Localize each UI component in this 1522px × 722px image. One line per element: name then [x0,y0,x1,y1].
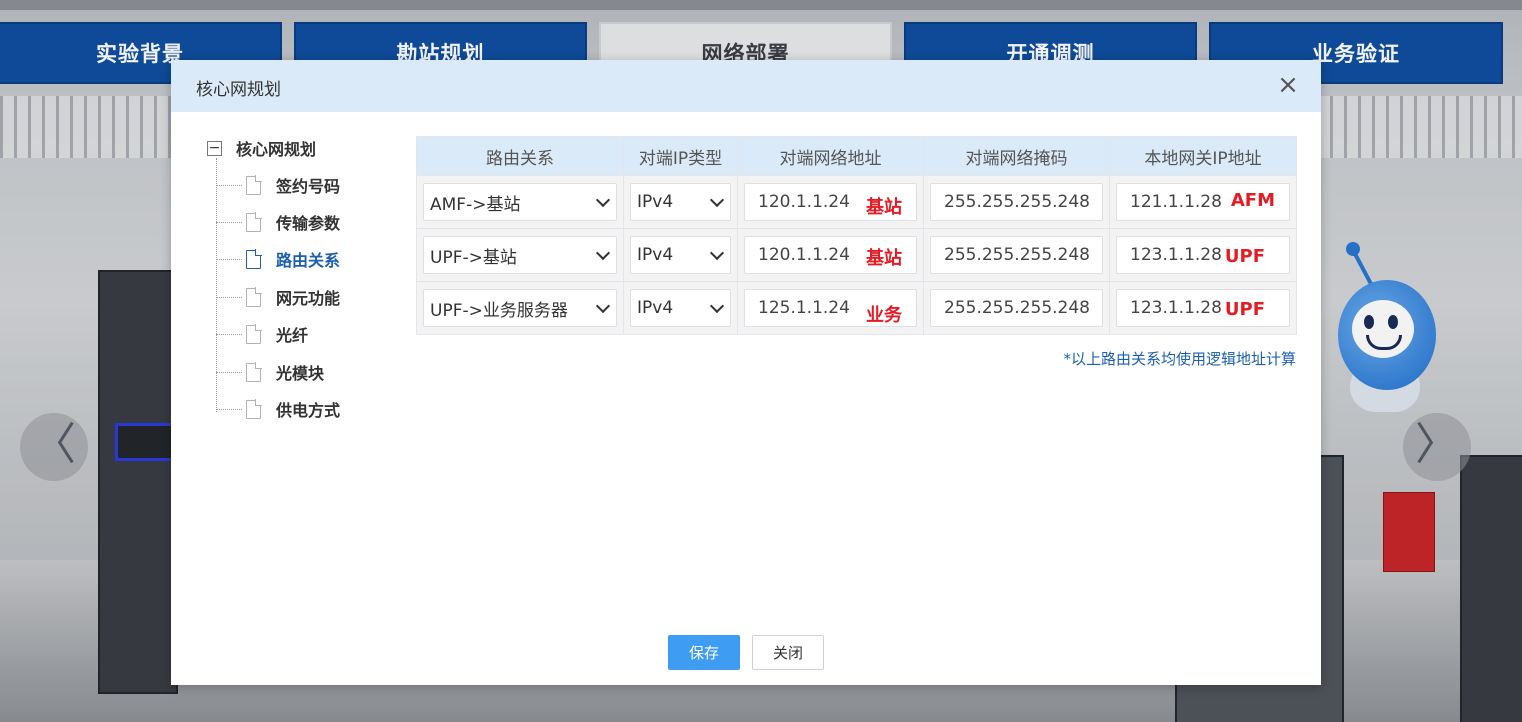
column-header: 路由关系 [416,136,624,176]
tree-item-label: 光模块 [276,364,325,383]
ip-type-select[interactable]: IPv4 [630,289,731,327]
column-header: 对端网络地址 [737,136,924,176]
save-button[interactable]: 保存 [668,635,740,670]
table-header-row: 路由关系 对端IP类型 对端网络地址 对端网络掩码 本地网关IP地址 [416,136,1297,176]
ip-type-value: IPv4 [637,298,674,318]
gateway-value: 123.1.1.28 [1130,245,1222,265]
ip-type-select[interactable]: IPv4 [630,183,731,221]
mask-value: 255.255.255.248 [944,192,1091,212]
tree-item-label: 供电方式 [276,401,341,420]
peer-address-input[interactable]: 125.1.1.24 业务 [744,289,917,327]
tree-connector [216,408,242,410]
route-value: AMF->基站 [430,194,521,215]
tree-root-label: 核心网规划 [236,140,317,159]
document-icon [246,174,262,195]
tree-item-label: 传输参数 [276,214,341,233]
route-value: UPF->业务服务器 [430,300,568,321]
gateway-ip-input[interactable]: 123.1.1.28 UPF [1116,289,1290,327]
chevron-down-icon [709,192,725,208]
column-header: 对端IP类型 [623,136,738,176]
tree-item-optical-module[interactable]: 光模块 [216,359,324,385]
tree-connector [216,221,242,223]
core-network-planning-dialog: 核心网规划 × − 核心网规划 签约号码 传输参数 路由关系 网元功能 光纤 光… [171,60,1321,685]
gateway-tag: UPF [1224,246,1265,267]
close-button[interactable]: 关闭 [752,635,824,670]
tree-item-label: 光纤 [276,326,309,345]
gateway-ip-input[interactable]: 121.1.1.28 AFM [1116,183,1290,221]
tree-item-routing[interactable]: 路由关系 [216,246,340,272]
document-icon [246,248,262,269]
chevron-down-icon [595,245,611,261]
route-value: UPF->基站 [430,247,517,268]
peer-address-input[interactable]: 120.1.1.24 基站 [744,183,917,221]
route-select[interactable]: AMF->基站 [423,183,617,221]
peer-mask-input[interactable]: 255.255.255.248 [930,289,1103,327]
tree-item-power-supply[interactable]: 供电方式 [216,396,340,422]
column-header: 本地网关IP地址 [1109,136,1297,176]
peer-address-value: 120.1.1.24 [758,192,850,212]
gateway-tag: AFM [1230,190,1275,211]
document-icon [246,398,262,419]
chevron-down-icon [709,298,725,314]
table-row: UPF->业务服务器 IPv4 125.1.1.24 业务 255.255.255… [416,281,1297,335]
peer-mask-input[interactable]: 255.255.255.248 [930,236,1103,274]
planning-tree: − 核心网规划 签约号码 传输参数 路由关系 网元功能 光纤 光模块 供电方式 [207,134,407,434]
route-select[interactable]: UPF->基站 [423,236,617,274]
column-header: 对端网络掩码 [923,136,1110,176]
tree-item-fiber[interactable]: 光纤 [216,321,308,347]
peer-address-value: 120.1.1.24 [758,245,850,265]
chevron-down-icon [595,298,611,314]
tree-item-transmission-params[interactable]: 传输参数 [216,209,340,235]
table-row: AMF->基站 IPv4 120.1.1.24 基站 255.255.255.24… [416,175,1297,229]
peer-address-input[interactable]: 120.1.1.24 基站 [744,236,917,274]
mask-value: 255.255.255.248 [944,245,1091,265]
document-icon [246,211,262,232]
tree-item-label: 网元功能 [276,289,341,308]
route-select[interactable]: UPF->业务服务器 [423,289,617,327]
ip-type-value: IPv4 [637,192,674,212]
dialog-header: 核心网规划 × [171,60,1321,112]
gateway-tag: UPF [1224,299,1265,320]
peer-tag: 业务 [866,305,902,326]
tree-connector [216,333,242,335]
tree-connector [216,371,242,373]
chevron-down-icon [595,192,611,208]
peer-tag: 基站 [866,197,902,218]
table-row: UPF->基站 IPv4 120.1.1.24 基站 255.255.255.24… [416,228,1297,282]
tree-connector [216,296,242,298]
document-icon [246,286,262,307]
gateway-ip-input[interactable]: 123.1.1.28 UPF [1116,236,1290,274]
collapse-icon[interactable]: − [207,140,222,156]
document-icon [246,361,262,382]
tree-item-label: 路由关系 [276,251,341,270]
ip-type-select[interactable]: IPv4 [630,236,731,274]
tree-root[interactable]: − 核心网规划 [207,134,316,162]
peer-mask-input[interactable]: 255.255.255.248 [930,183,1103,221]
ip-type-value: IPv4 [637,245,674,265]
routing-table: 路由关系 对端IP类型 对端网络地址 对端网络掩码 本地网关IP地址 AMF->… [416,136,1297,335]
document-icon [246,323,262,344]
tree-item-subscription-number[interactable]: 签约号码 [216,172,340,198]
routing-note: *以上路由关系均使用逻辑地址计算 [1063,350,1296,368]
peer-address-value: 125.1.1.24 [758,298,850,318]
gateway-value: 121.1.1.28 [1130,192,1222,212]
peer-tag: 基站 [866,248,902,269]
tree-item-ne-function[interactable]: 网元功能 [216,284,340,310]
mask-value: 255.255.255.248 [944,298,1091,318]
close-icon[interactable]: × [1273,70,1303,100]
tree-connector [216,258,242,260]
dialog-title: 核心网规划 [196,80,281,100]
tree-item-label: 签约号码 [276,177,341,196]
chevron-down-icon [709,245,725,261]
tree-connector [216,184,242,186]
gateway-value: 123.1.1.28 [1130,298,1222,318]
